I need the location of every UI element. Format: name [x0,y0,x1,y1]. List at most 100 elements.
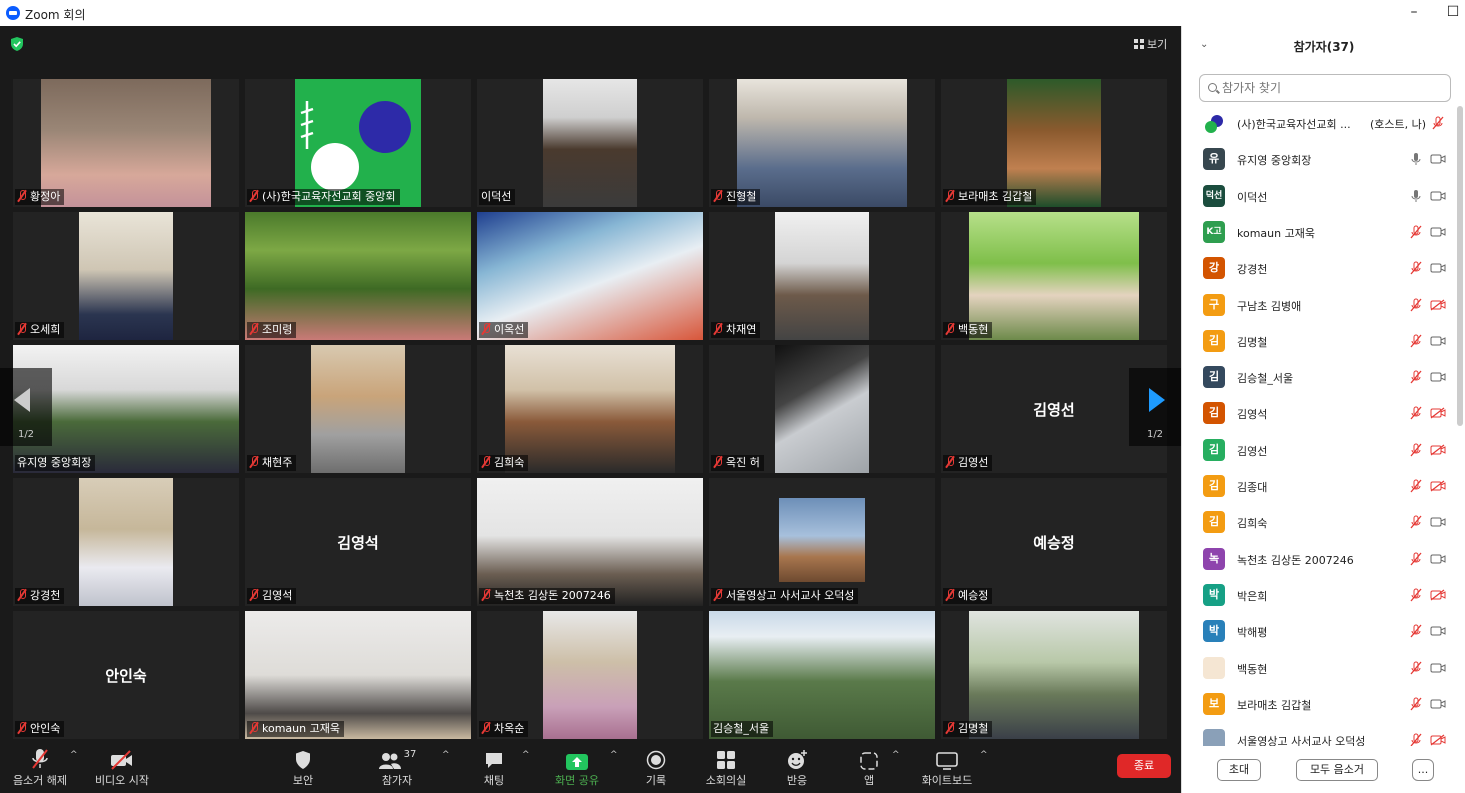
video-tile[interactable]: 차옥순 [477,611,703,739]
participant-row[interactable]: 김 김명철 [1182,324,1452,360]
participant-row[interactable]: 김 김종대 [1182,469,1452,505]
video-tile[interactable]: 예승정 예승정 [941,478,1167,606]
participant-row[interactable]: 김 김희숙 [1182,505,1452,541]
window-title: Zoom 회의 [25,8,86,22]
start-video-button[interactable]: 비디오 시작 [92,742,152,793]
video-tile[interactable]: 강경천 [13,478,239,606]
security-button[interactable]: 보안 [280,742,326,793]
mic-muted-icon[interactable] [1410,479,1422,493]
mic-muted-icon[interactable] [1410,697,1422,711]
mic-muted-icon[interactable] [1410,552,1422,566]
mute-all-button[interactable]: 모두 음소거 [1296,759,1378,781]
video-tile[interactable]: 오세희 [13,212,239,340]
video-tile[interactable]: 김영석 김영석 [245,478,471,606]
participant-row[interactable]: 녹 녹천초 김상돈 2007246 [1182,542,1452,578]
video-tile[interactable]: 차재연 [709,212,935,340]
participant-row[interactable]: 박 박은희 [1182,578,1452,614]
mic-muted-icon[interactable] [1410,334,1422,348]
video-tile[interactable]: 이옥선 [477,212,703,340]
video-tile[interactable]: komaun 고재욱 [245,611,471,739]
participant-row[interactable]: 박 박해평 [1182,614,1452,650]
whiteboard-options-caret-icon[interactable]: ^ [980,750,988,760]
next-page-button[interactable]: 1/2 [1129,368,1181,446]
video-tile[interactable]: 황정아 [13,79,239,207]
participant-row[interactable]: 구 구남초 김병애 [1182,288,1452,324]
share-screen-button[interactable]: 화면 공유 [550,742,604,793]
participant-row[interactable]: 김 김영선 [1182,433,1452,469]
whiteboard-label: 화이트보드 [921,774,973,787]
mic-muted-icon[interactable] [1410,261,1422,275]
invite-button[interactable]: 초대 [1217,759,1261,781]
meeting-toolbar: 음소거 해제 ^ 비디오 시작 보안 37 참가자 ^ 채팅 ^ 화면 공유 ^… [0,742,1181,793]
participant-search-input[interactable] [1222,78,1442,98]
view-button[interactable]: 보기 [1134,36,1167,52]
participant-search[interactable] [1199,74,1451,102]
video-tile[interactable]: 이덕선 [477,79,703,207]
mic-muted-icon[interactable] [1432,116,1444,130]
apps-options-caret-icon[interactable]: ^ [892,750,900,760]
participant-row[interactable]: (사)한국교육자선교회 ... (호스트, 나) [1182,106,1452,142]
video-tile[interactable]: 서울영상고 사서교사 오덕성 [709,478,935,606]
participant-row[interactable]: K고 komaun 고재욱 [1182,215,1452,251]
record-button[interactable]: 기록 [638,742,674,793]
video-icon [1430,663,1446,672]
video-tile[interactable]: 녹천초 김상돈 2007246 [477,478,703,606]
participant-name: 김승철_서울 [713,722,770,735]
video-tile[interactable]: (사)한국교육자선교회 중앙회 [245,79,471,207]
chat-options-caret-icon[interactable]: ^ [522,750,530,760]
mic-muted-icon[interactable] [1410,624,1422,638]
video-tile[interactable]: 채현주 [245,345,471,473]
participant-row[interactable]: 백동현 [1182,651,1452,687]
video-icon [1430,263,1446,273]
participant-name: 차재연 [726,323,757,336]
video-icon [1430,517,1446,527]
mic-muted-icon[interactable] [1410,370,1422,384]
breakout-rooms-button[interactable]: 소회의실 [700,742,752,793]
apps-button[interactable]: 앱 [854,742,884,793]
participant-row[interactable]: 덕선 이덕선 [1182,179,1452,215]
participants-options-caret-icon[interactable]: ^ [442,750,450,760]
participant-row[interactable]: 김 김승철_서울 [1182,360,1452,396]
participant-name: (사)한국교육자선교회 중앙회 [262,190,396,203]
share-options-caret-icon[interactable]: ^ [610,750,618,760]
video-tile[interactable]: 김희숙 [477,345,703,473]
unmute-options-caret-icon[interactable]: ^ [70,750,78,760]
video-tile[interactable]: 옥진 허 [709,345,935,473]
mic-icon[interactable] [1410,189,1422,203]
mic-muted-icon[interactable] [1410,225,1422,239]
minimize-icon[interactable]: – [1404,2,1424,22]
video-tile[interactable]: 백동현 [941,212,1167,340]
mic-muted-icon[interactable] [1410,443,1422,457]
participant-list-scrollbar[interactable] [1457,106,1463,426]
mic-muted-icon[interactable] [1410,406,1422,420]
video-tile[interactable]: 보라매초 김갑철 [941,79,1167,207]
video-tile[interactable]: 안인숙 안인숙 [13,611,239,739]
participant-row[interactable]: 유 유지영 중앙회장 [1182,142,1452,178]
mic-icon[interactable] [1410,152,1422,166]
panel-title: 참가자(37) [1293,40,1355,54]
unmute-button[interactable]: 음소거 해제 [8,742,72,793]
chat-button[interactable]: 채팅 [475,742,513,793]
participant-row[interactable]: 김 김영석 [1182,396,1452,432]
participants-button[interactable]: 37 참가자 [372,742,422,793]
participant-row[interactable]: 서울영상고 사서교사 오덕성 [1182,723,1452,746]
participant-row[interactable]: 강 강경천 [1182,251,1452,287]
maximize-icon[interactable]: ☐ [1443,2,1463,22]
mic-muted-icon[interactable] [1410,515,1422,529]
reactions-button[interactable]: 반응 [778,742,816,793]
video-tile[interactable]: 김승철_서울 [709,611,935,739]
video-tile[interactable]: 조미령 [245,212,471,340]
previous-page-button[interactable]: 1/2 [0,368,52,446]
mic-muted-icon[interactable] [1410,733,1422,746]
more-options-button[interactable]: ... [1412,759,1434,781]
video-tile[interactable]: 진형철 [709,79,935,207]
end-meeting-button[interactable]: 종료 [1117,754,1171,778]
security-shield-icon[interactable] [10,37,24,51]
mic-muted-icon[interactable] [1410,298,1422,312]
participant-row[interactable]: 보 보라매초 김갑철 [1182,687,1452,723]
mic-muted-icon[interactable] [1410,661,1422,675]
video-feed [79,478,173,606]
video-tile[interactable]: 김명철 [941,611,1167,739]
mic-muted-icon[interactable] [1410,588,1422,602]
whiteboard-button[interactable]: 화이트보드 [916,742,978,793]
